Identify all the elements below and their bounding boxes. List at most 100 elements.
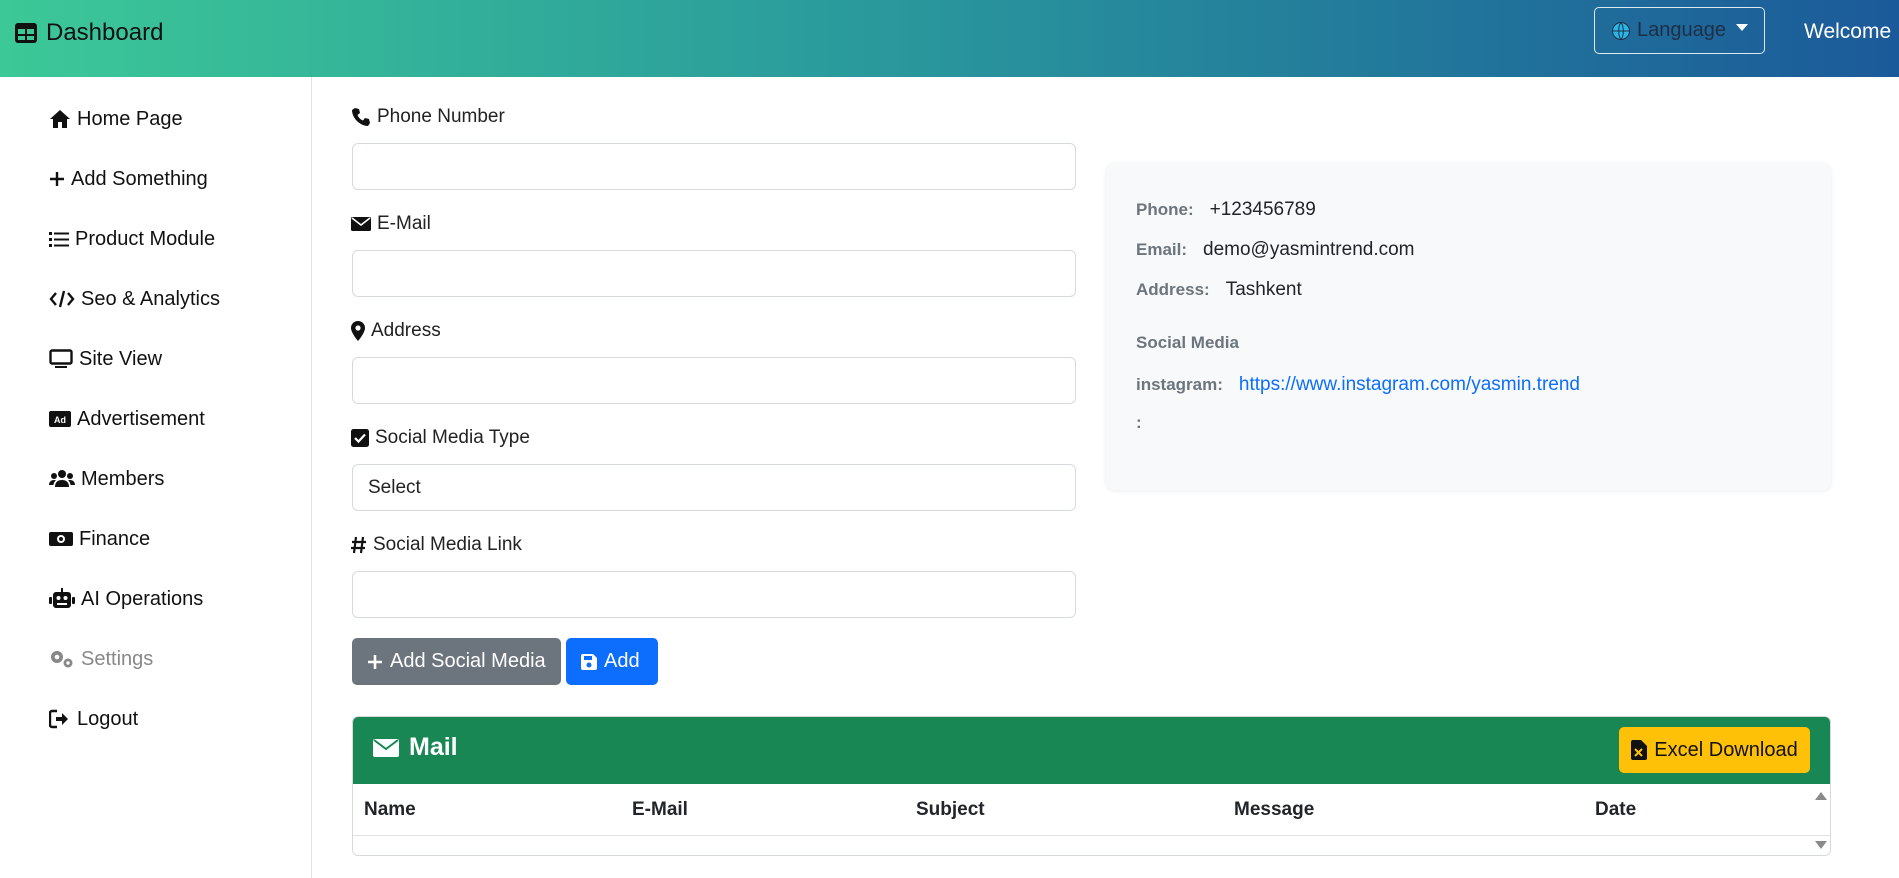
save-icon: [581, 653, 597, 670]
scroll-down-arrow-icon[interactable]: [1815, 841, 1827, 849]
info-address-row: Address: Tashkent: [1136, 279, 1302, 301]
mail-card: Mail Excel Download Name E-Mail Subject …: [352, 716, 1831, 856]
sidebar-item-label: Home Page: [77, 107, 183, 130]
email-label: E-Mail: [351, 213, 431, 235]
social-link-label: Social Media Link: [351, 534, 522, 556]
envelope-icon: [351, 217, 371, 231]
address-label: Address: [351, 320, 441, 342]
mail-title-text: Mail: [409, 733, 458, 761]
language-label: Language: [1637, 19, 1726, 41]
sidebar-item-label: Settings: [81, 647, 154, 670]
info-social-row: :: [1136, 413, 1158, 433]
globe-icon: [1612, 21, 1630, 40]
sidebar-item-advertisement[interactable]: Ad Advertisement: [49, 404, 205, 434]
sidebar-item-members[interactable]: Members: [49, 464, 164, 494]
info-phone-key: Phone:: [1136, 200, 1194, 219]
sidebar-item-home[interactable]: Home Page: [49, 104, 183, 134]
instagram-link[interactable]: https://www.instagram.com/yasmin.trend: [1239, 374, 1580, 396]
add-button[interactable]: Add: [566, 638, 658, 685]
sidebar-item-seo-analytics[interactable]: Seo & Analytics: [49, 284, 220, 314]
svg-text:Ad: Ad: [54, 415, 66, 425]
plus-icon: [368, 654, 382, 669]
logout-icon: [49, 709, 68, 729]
sidebar-item-label: Product Module: [75, 227, 216, 250]
sidebar-item-label: Finance: [79, 527, 151, 550]
info-phone-row: Phone: +123456789: [1136, 199, 1316, 221]
sidebar-item-site-view[interactable]: Site View: [49, 344, 162, 374]
social-media-heading: Social Media: [1136, 333, 1239, 352]
column-header-email[interactable]: E-Mail: [632, 799, 688, 821]
email-input[interactable]: [352, 250, 1076, 297]
add-button-label: Add: [604, 650, 640, 672]
sidebar-item-label: Add Something: [71, 167, 208, 190]
column-header-name[interactable]: Name: [364, 799, 416, 821]
brand[interactable]: Dashboard: [14, 18, 163, 48]
sidebar-item-label: AI Operations: [81, 587, 204, 610]
info-email-key: Email:: [1136, 240, 1188, 259]
mail-table-header: Name E-Mail Subject Message Date: [353, 784, 1830, 836]
address-input[interactable]: [352, 357, 1076, 404]
social-item-key: :: [1136, 413, 1142, 432]
sidebar-item-settings[interactable]: Settings: [49, 644, 153, 674]
info-social-heading: Social Media: [1136, 333, 1255, 353]
add-social-media-button[interactable]: Add Social Media: [352, 638, 561, 685]
sidebar-item-label: Advertisement: [77, 407, 205, 430]
column-header-message[interactable]: Message: [1234, 799, 1314, 821]
info-email-value: demo@yasmintrend.com: [1203, 239, 1415, 260]
info-address-key: Address:: [1136, 280, 1210, 299]
plus-icon: [50, 172, 64, 186]
phone-input[interactable]: [352, 143, 1076, 190]
ad-icon: Ad: [49, 411, 71, 427]
sidebar-item-product-module[interactable]: Product Module: [49, 224, 215, 254]
phone-icon: [352, 108, 370, 126]
social-type-label-text: Social Media Type: [375, 427, 530, 448]
list-icon: [49, 232, 69, 247]
social-type-select[interactable]: Select: [352, 464, 1076, 511]
social-type-label: Social Media Type: [351, 427, 530, 449]
phone-label-text: Phone Number: [377, 106, 505, 127]
brand-title: Dashboard: [46, 19, 164, 46]
welcome-text: Welcome: [1804, 20, 1892, 43]
column-header-subject[interactable]: Subject: [916, 799, 985, 821]
caret-down-icon: [1735, 24, 1748, 31]
contact-info-card: Phone: +123456789 Email: demo@yasmintren…: [1106, 163, 1831, 490]
mail-card-header: Mail Excel Download: [353, 717, 1830, 784]
hashtag-icon: [351, 536, 366, 554]
social-link-label-text: Social Media Link: [373, 534, 522, 555]
language-dropdown[interactable]: Language: [1594, 7, 1765, 54]
sidebar-item-label: Members: [81, 467, 165, 490]
mail-title: Mail: [373, 733, 458, 762]
map-marker-icon: [351, 321, 365, 341]
top-navbar: Dashboard Language Welcome: [0, 0, 1899, 77]
money-icon: [49, 532, 73, 546]
envelope-icon: [373, 738, 399, 757]
robot-icon: [49, 588, 75, 608]
social-type-selected: Select: [368, 476, 421, 498]
desktop-icon: [49, 349, 73, 368]
code-icon: [49, 290, 75, 308]
users-icon: [49, 470, 75, 487]
sidebar-item-label: Site View: [79, 347, 163, 370]
home-icon: [50, 110, 70, 128]
sidebar-item-finance[interactable]: Finance: [49, 524, 150, 554]
info-phone-value: +123456789: [1209, 199, 1316, 220]
sidebar-item-ai-operations[interactable]: AI Operations: [49, 584, 203, 614]
sidebar-item-label: Logout: [77, 707, 139, 730]
add-social-media-label: Add Social Media: [390, 650, 546, 672]
address-label-text: Address: [371, 320, 441, 341]
info-email-row: Email: demo@yasmintrend.com: [1136, 239, 1415, 261]
social-link-input[interactable]: [352, 571, 1076, 618]
excel-download-label: Excel Download: [1654, 738, 1798, 761]
social-item-key: instagram:: [1136, 375, 1223, 394]
sidebar-item-add-something[interactable]: Add Something: [49, 164, 208, 194]
scroll-up-arrow-icon[interactable]: [1815, 792, 1827, 800]
sidebar-item-label: Seo & Analytics: [81, 287, 220, 310]
sidebar: Home Page Add Something Product Module S…: [0, 77, 312, 878]
gears-icon: [51, 651, 73, 668]
excel-download-button[interactable]: Excel Download: [1619, 727, 1810, 773]
sidebar-item-logout[interactable]: Logout: [49, 704, 138, 734]
info-social-row: instagram: https://www.instagram.com/yas…: [1136, 374, 1580, 396]
column-header-date[interactable]: Date: [1595, 799, 1636, 821]
file-excel-icon: [1631, 740, 1648, 760]
phone-label: Phone Number: [351, 106, 505, 128]
